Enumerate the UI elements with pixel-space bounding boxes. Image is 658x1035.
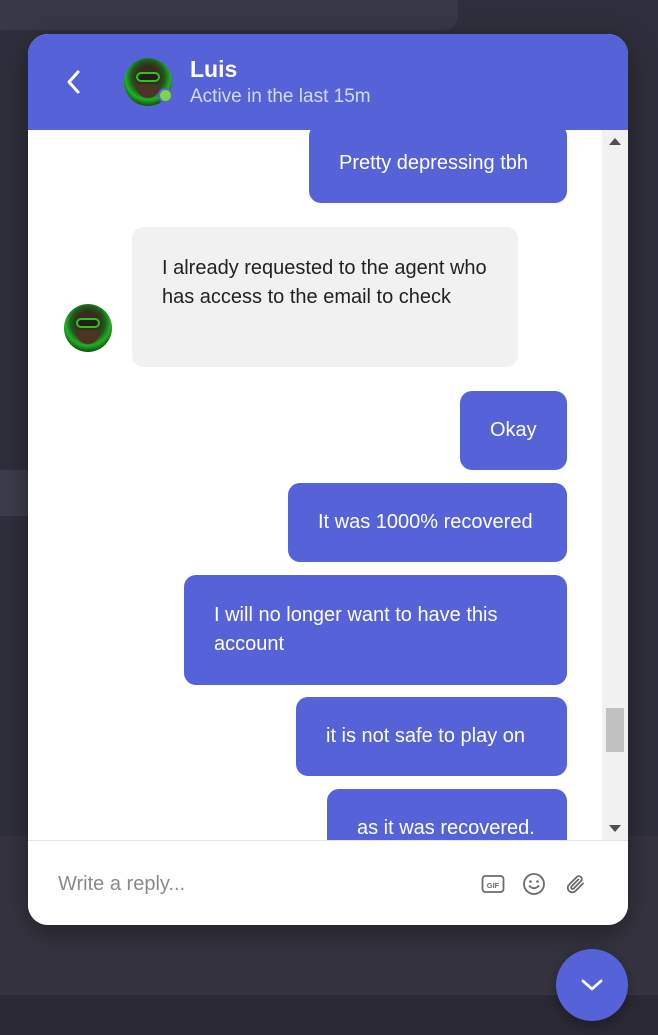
gif-button[interactable]: GIF (480, 871, 506, 897)
scroll-to-bottom-button[interactable] (556, 949, 628, 1021)
message-text: as it was recovered. (357, 817, 535, 839)
message-text: Okay (490, 419, 537, 441)
paperclip-icon (566, 875, 584, 894)
message-text: I will no longer want to have this accou… (214, 604, 498, 655)
contact-status: Active in the last 15m (190, 86, 371, 107)
message-outgoing: It was 1000% recovered (288, 483, 567, 562)
contact-avatar[interactable] (124, 58, 173, 106)
message-outgoing: Pretty depressing tbh (309, 130, 567, 203)
gif-icon: GIF (481, 875, 505, 893)
message-outgoing: it is not safe to play on (296, 697, 567, 776)
message-text: Pretty depressing tbh (339, 152, 528, 174)
chat-window: Luis Active in the last 15m Pretty depre… (28, 34, 628, 925)
scrollbar[interactable] (602, 130, 628, 840)
svg-text:GIF: GIF (487, 881, 500, 890)
message-list[interactable]: Pretty depressing tbh I already requeste… (28, 130, 602, 840)
chevron-left-icon (67, 70, 80, 94)
emoji-button[interactable] (521, 871, 547, 897)
message-text: it is not safe to play on (326, 725, 526, 747)
background-strip (0, 470, 30, 516)
message-text: It was 1000% recovered (318, 511, 533, 533)
chat-header: Luis Active in the last 15m (28, 34, 628, 130)
message-text: I already requested to the agent who has… (162, 257, 487, 308)
avatar-image (64, 304, 112, 352)
scrollbar-thumb[interactable] (606, 708, 624, 752)
emoji-icon (523, 873, 545, 895)
message-outgoing: Okay (460, 391, 567, 470)
reply-input[interactable] (56, 865, 460, 903)
contact-name[interactable]: Luis (190, 56, 237, 83)
scroll-down-arrow[interactable] (609, 825, 621, 832)
message-outgoing: I will no longer want to have this accou… (184, 575, 567, 685)
back-button[interactable] (56, 62, 92, 102)
message-outgoing: as it was recovered. (327, 789, 567, 840)
chevron-down-icon (581, 979, 603, 991)
contact-avatar-small[interactable] (64, 304, 112, 352)
composer: GIF (28, 840, 628, 925)
scroll-up-arrow[interactable] (609, 138, 621, 145)
message-incoming: I already requested to the agent who has… (132, 227, 518, 367)
background-panel (0, 0, 458, 30)
online-status-dot (158, 88, 173, 103)
attach-button[interactable] (563, 871, 589, 897)
